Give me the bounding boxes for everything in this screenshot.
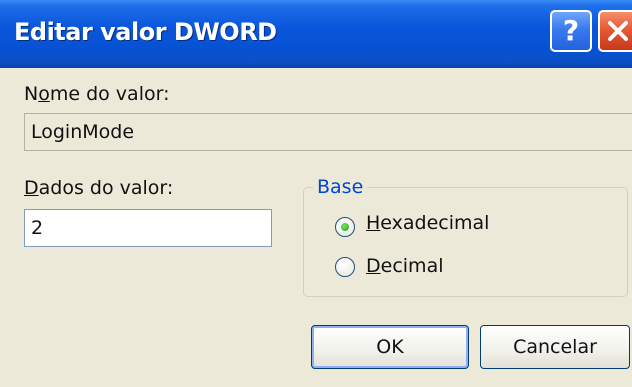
value-name-label: Nome do valor: bbox=[24, 83, 170, 105]
help-icon: ? bbox=[562, 14, 580, 47]
ok-button[interactable]: OK bbox=[311, 325, 469, 369]
hexadecimal-radio-label[interactable]: Hexadecimal bbox=[366, 212, 489, 234]
decimal-radio-label[interactable]: Decimal bbox=[366, 255, 444, 277]
base-groupbox bbox=[303, 187, 628, 297]
value-data-label: Dados do valor: bbox=[24, 177, 174, 199]
radio-selected-dot bbox=[341, 223, 349, 231]
decimal-radio[interactable] bbox=[335, 257, 355, 277]
cancel-button[interactable]: Cancelar bbox=[480, 325, 630, 369]
base-group-legend: Base bbox=[313, 176, 368, 198]
value-data-input[interactable]: 2 bbox=[24, 209, 272, 247]
edit-dword-dialog: Editar valor DWORD ? Nome do valor: Logi… bbox=[0, 0, 632, 387]
dialog-title: Editar valor DWORD bbox=[14, 18, 277, 46]
title-bar[interactable]: Editar valor DWORD ? bbox=[0, 0, 632, 68]
help-button[interactable]: ? bbox=[550, 10, 592, 52]
value-data-accel: D bbox=[24, 177, 39, 199]
close-icon bbox=[608, 21, 628, 41]
value-name-field[interactable]: LoginMode bbox=[24, 113, 632, 151]
close-button[interactable] bbox=[598, 10, 632, 52]
hexadecimal-radio[interactable] bbox=[335, 217, 355, 237]
value-name-accel: o bbox=[38, 83, 50, 105]
